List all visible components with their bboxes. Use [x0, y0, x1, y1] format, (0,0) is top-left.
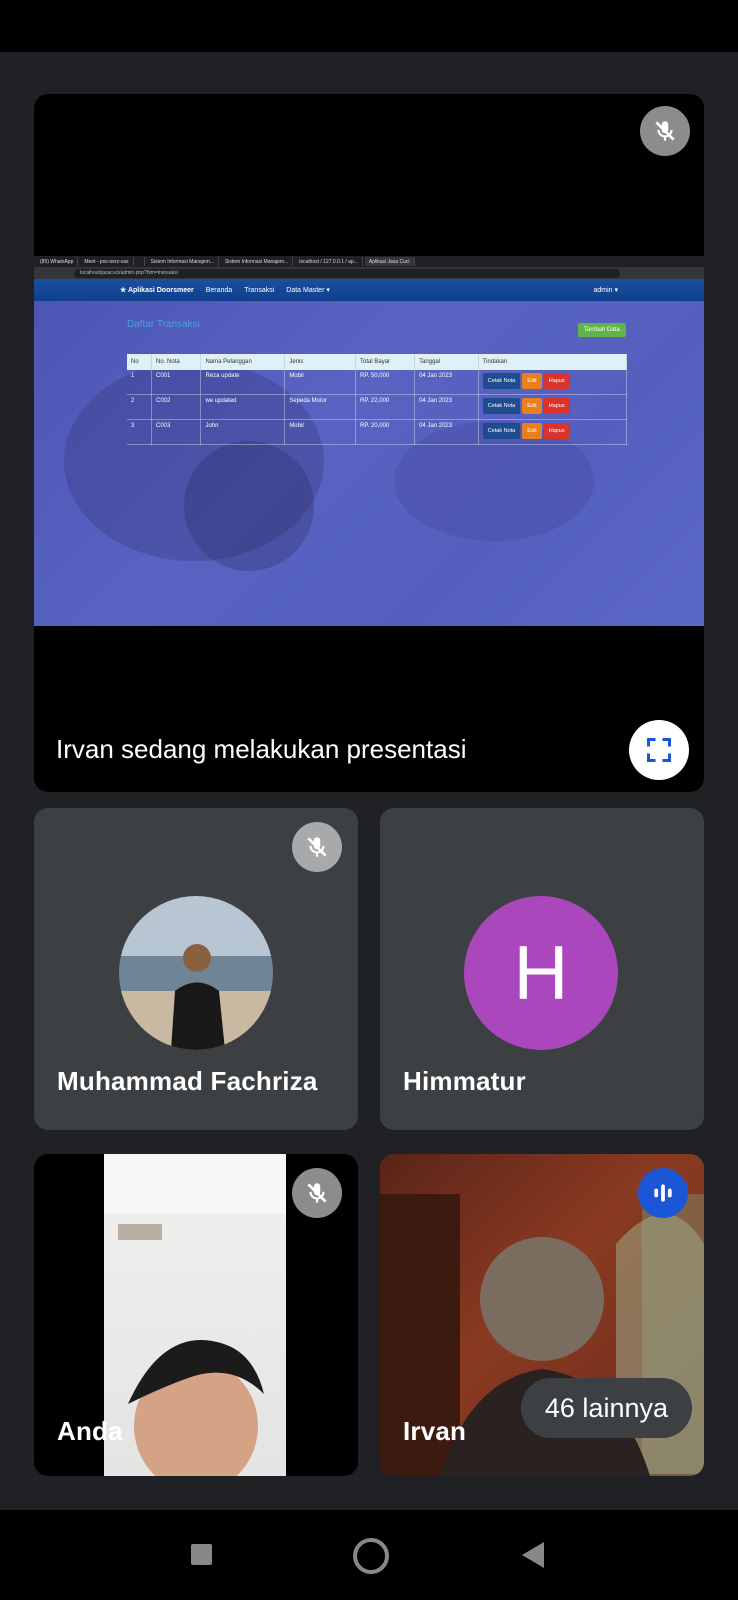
- column-header: Tindakan: [478, 354, 628, 370]
- table-row: 2 C002 we updated Sepeda Motor RP. 22,00…: [127, 394, 628, 420]
- browser-tab[interactable]: [136, 257, 145, 266]
- delete-button[interactable]: Hapus: [543, 398, 570, 414]
- table-row: 1 C001 Reza update Mobil RP. 50,000 04 J…: [127, 370, 628, 395]
- mic-off-icon: [292, 1168, 342, 1218]
- cell: Mobil: [284, 419, 357, 445]
- column-header: No: [127, 354, 152, 370]
- cell: 1: [127, 370, 152, 395]
- participant-tile[interactable]: Muhammad Fachriza: [34, 808, 358, 1130]
- cell: we updated: [200, 394, 286, 420]
- nav-beranda[interactable]: Beranda: [206, 287, 232, 294]
- browser-tab[interactable]: Sistem Informasi Manajem...: [221, 257, 294, 266]
- cell: 2: [127, 394, 152, 420]
- print-receipt-button[interactable]: Cetak Nota: [482, 398, 521, 414]
- nav-transaksi[interactable]: Transaksi: [244, 287, 274, 294]
- cell: Mobil: [284, 370, 357, 395]
- edit-button[interactable]: Edit: [522, 423, 542, 439]
- cell: 04 Jan 2023: [414, 370, 479, 395]
- system-nav-bar: [0, 1510, 738, 1600]
- avatar: H: [464, 896, 618, 1050]
- mic-off-icon: [292, 822, 342, 872]
- cell: Sepeda Motor: [284, 394, 357, 420]
- edit-button[interactable]: Edit: [522, 398, 542, 414]
- audio-level-icon: [638, 1168, 688, 1218]
- column-header: Jenis: [284, 354, 357, 370]
- presenter-label: Irvan sedang melakukan presentasi: [56, 734, 467, 764]
- add-data-button[interactable]: Tambah Data: [578, 323, 626, 337]
- browser-tab[interactable]: (85) WhatsApp: [36, 257, 79, 266]
- print-receipt-button[interactable]: Cetak Nota: [482, 373, 521, 389]
- participant-name: Himmatur: [403, 1066, 526, 1096]
- column-header: Tanggal: [414, 354, 479, 370]
- fullscreen-icon: [646, 737, 672, 763]
- actions-cell: Cetak Nota Edit Hapus: [478, 394, 628, 420]
- actions-cell: Cetak Nota Edit Hapus: [478, 419, 628, 445]
- cell: C002: [151, 394, 202, 420]
- mic-off-icon: [640, 106, 690, 156]
- app-content: Daftar Transaksi Tambah Data No No. Nota…: [34, 301, 704, 626]
- cell: RP. 50,000: [355, 370, 416, 395]
- delete-button[interactable]: Hapus: [543, 423, 570, 439]
- url-field[interactable]: localhost/jasacuci/admin.php?hlm=transak…: [74, 268, 620, 278]
- browser-tab-bar: (85) WhatsApp Meet - pxs-oerz-vas Sistem…: [34, 256, 704, 267]
- nav-data-master[interactable]: Data Master ▾: [286, 286, 330, 294]
- cell: 04 Jan 2023: [414, 419, 479, 445]
- column-header: Total Bayar: [355, 354, 416, 370]
- transactions-table: No No. Nota Nama Pelanggan Jenis Total B…: [127, 354, 628, 445]
- recents-icon[interactable]: [191, 1544, 212, 1565]
- app-brand[interactable]: ★ Aplikasi Doorsmeer: [120, 286, 194, 294]
- participant-name: Muhammad Fachriza: [57, 1066, 318, 1096]
- browser-tab[interactable]: Sistem Informasi Manajem...: [147, 257, 219, 266]
- cell: 3: [127, 419, 152, 445]
- table-row: 3 C003 John Mobil RP. 20,000 04 Jan 2023…: [127, 419, 628, 445]
- video-feed: [104, 1154, 286, 1476]
- participant-name: Anda: [57, 1416, 123, 1446]
- browser-tab[interactable]: Meet - pxs-oerz-vas: [80, 257, 134, 266]
- column-header: No. Nota: [151, 354, 202, 370]
- browser-tab[interactable]: localhost / 127.0.0.1 / ap...: [295, 257, 363, 266]
- participant-tile[interactable]: Anda: [34, 1154, 358, 1476]
- cell: John: [200, 419, 286, 445]
- fullscreen-button[interactable]: [629, 720, 689, 780]
- page-heading: Daftar Transaksi: [127, 319, 200, 330]
- app-navbar: ★ Aplikasi Doorsmeer Beranda Transaksi D…: [34, 279, 704, 301]
- participant-tile[interactable]: H Himmatur: [380, 808, 704, 1130]
- cell: 04 Jan 2023: [414, 394, 479, 420]
- browser-tab-active[interactable]: Aplikasi Jasa Cuci: [364, 257, 415, 266]
- edit-button[interactable]: Edit: [522, 373, 542, 389]
- back-icon[interactable]: [522, 1542, 544, 1568]
- cell: C003: [151, 419, 202, 445]
- shared-screen: (85) WhatsApp Meet - pxs-oerz-vas Sistem…: [34, 256, 704, 626]
- print-receipt-button[interactable]: Cetak Nota: [482, 423, 521, 439]
- column-header: Nama Pelanggan: [200, 354, 286, 370]
- delete-button[interactable]: Hapus: [543, 373, 570, 389]
- cell: RP. 20,000: [355, 419, 416, 445]
- nav-user-menu[interactable]: admin ▾: [593, 286, 618, 294]
- participant-tile[interactable]: Irvan 46 lainnya: [380, 1154, 704, 1476]
- actions-cell: Cetak Nota Edit Hapus: [478, 370, 628, 395]
- cell: Reza update: [200, 370, 286, 395]
- home-icon[interactable]: [353, 1538, 389, 1574]
- more-participants-button[interactable]: 46 lainnya: [520, 1378, 692, 1438]
- browser-address-bar: localhost/jasacuci/admin.php?hlm=transak…: [34, 267, 704, 279]
- cell: RP. 22,000: [355, 394, 416, 420]
- status-bar: [0, 0, 738, 52]
- avatar: [119, 896, 273, 1050]
- cell: C001: [151, 370, 202, 395]
- participant-name: Irvan: [403, 1416, 467, 1446]
- presentation-tile[interactable]: (85) WhatsApp Meet - pxs-oerz-vas Sistem…: [34, 94, 704, 792]
